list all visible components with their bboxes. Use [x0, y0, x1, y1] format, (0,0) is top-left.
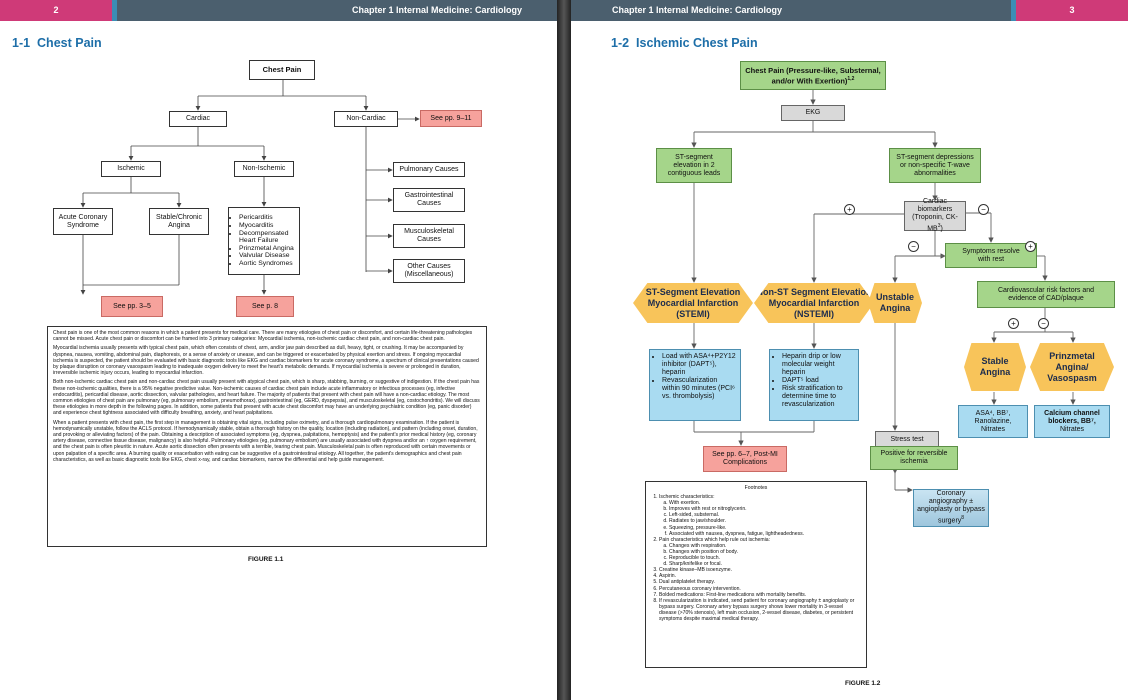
- node-see-pp-6-7: See pp. 6–7, Post-MI Complications: [703, 446, 787, 472]
- node-musculoskeletal-causes: Musculoskeletal Causes: [393, 224, 465, 248]
- node-stable-angina: Stable Angina: [964, 343, 1026, 391]
- node-prinzmetal-angina: Prinzmetal Angina/ Vasospasm: [1030, 343, 1114, 391]
- plus-icon: +: [1025, 241, 1036, 252]
- footnotes-title: Footnotes: [744, 485, 768, 491]
- node-st-elevation: ST-segment elevation in 2 contiguous lea…: [656, 148, 732, 183]
- non-ischemic-item: Valvular Disease: [239, 252, 299, 260]
- non-ischemic-item: Pericarditis: [239, 214, 299, 222]
- cardiac-biomarkers-text: Cardiac biomarkers (Troponin, CK-MB3): [912, 198, 958, 233]
- treatment-item: Heparin drip or low molecular weight hep…: [782, 353, 854, 377]
- prinzmetal-treatment-rest: Nitrates: [1059, 425, 1085, 433]
- book-gutter: [557, 0, 571, 700]
- node-st-depression: ST-segment depressions or non-specific T…: [889, 148, 981, 183]
- treatment-item: Revascularization within 90 minutes (PCI…: [662, 377, 736, 401]
- description-paragraph: Both non-ischemic cardiac chest pain and…: [53, 379, 480, 417]
- footnotes-list: Ischemic characteristics: With exertion.…: [651, 494, 861, 622]
- treatment-item: Risk stratification to determine time to…: [782, 385, 854, 409]
- node-coronary-angiography: Coronary angiography ± angioplasty or by…: [913, 489, 989, 527]
- left-page: 2 Chapter 1 Internal Medicine: Cardiolog…: [0, 0, 557, 700]
- node-nstemi: Non-ST Segment Elevation Myocardial Infa…: [754, 283, 874, 323]
- node-acute-coronary-syndrome: Acute Coronary Syndrome: [53, 208, 113, 235]
- plus-icon: +: [1008, 318, 1019, 329]
- footnote-item: If revascularization is indicated, send …: [659, 598, 861, 622]
- node-see-p-8: See p. 8: [236, 296, 294, 317]
- node-ekg: EKG: [781, 105, 845, 121]
- node-cv-risk-factors: Cardiovascular risk factors and evidence…: [977, 281, 1115, 308]
- node-stable-treatment: ASA⁴, BB⁷, Ranolazine, Nitrates: [958, 405, 1028, 438]
- node-non-ischemic-list: Pericarditis Myocarditis Decompensated H…: [228, 207, 300, 275]
- description-paragraph: Myocardial ischemia usually presents wit…: [53, 345, 479, 377]
- right-page: Chapter 1 Internal Medicine: Cardiology …: [571, 0, 1128, 700]
- description-paragraph: When a patient presents with chest pain,…: [53, 419, 478, 463]
- footnote-item: Ischemic characteristics: With exertion.…: [659, 494, 861, 537]
- treatment-item: DAPT⁵ load: [782, 377, 854, 385]
- figure-label-1-1: FIGURE 1.1: [248, 556, 284, 563]
- node-non-cardiac: Non-Cardiac: [334, 111, 398, 127]
- node-unstable-angina: Unstable Angina: [868, 283, 922, 323]
- node-cardiac: Cardiac: [169, 111, 227, 127]
- node-positive-reversible-ischemia: Positive for reversible ischemia: [870, 446, 958, 470]
- coronary-angiography-text: Coronary angiography ± angioplasty or by…: [917, 490, 985, 525]
- description-paragraph: Chest pain is one of the most common rea…: [53, 330, 473, 343]
- node-stable-chronic-angina: Stable/Chronic Angina: [149, 208, 209, 235]
- node-prinzmetal-treatment: Calcium channel blockers, BB⁷, Nitrates: [1034, 405, 1110, 438]
- node-symptoms-resolve: Symptoms resolve with rest: [945, 243, 1037, 268]
- figure-label-1-2: FIGURE 1.2: [845, 680, 881, 687]
- node-chest-pain-ischemic: Chest Pain (Pressure-like, Substernal, a…: [740, 61, 886, 90]
- footnotes-box: Footnotes Ischemic characteristics: With…: [645, 481, 867, 668]
- minus-icon: −: [1038, 318, 1049, 329]
- non-ischemic-item: Myocarditis: [239, 222, 299, 230]
- node-chest-pain: Chest Pain: [249, 60, 315, 80]
- node-non-ischemic: Non-Ischemic: [234, 161, 294, 177]
- treatment-item: Load with ASA⁴+P2Y12 inhibitor (DAPT⁵), …: [662, 353, 736, 377]
- node-nstemi-treatment: Heparin drip or low molecular weight hep…: [769, 349, 859, 421]
- non-ischemic-item: Aortic Syndromes: [239, 260, 299, 268]
- node-see-pp-9-11: See pp. 9–11: [420, 110, 482, 127]
- minus-icon: −: [908, 241, 919, 252]
- chest-pain-description: Chest pain is one of the most common rea…: [47, 326, 487, 547]
- node-other-causes: Other Causes (Miscellaneous): [393, 259, 465, 283]
- node-see-pp-3-5: See pp. 3–5: [101, 296, 163, 317]
- prinzmetal-treatment-bold: Calcium channel blockers, BB⁷,: [1044, 409, 1100, 425]
- node-stemi: ST-Segment Elevation Myocardial Infarcti…: [633, 283, 753, 323]
- node-ischemic: Ischemic: [101, 161, 161, 177]
- node-stemi-treatment: Load with ASA⁴+P2Y12 inhibitor (DAPT⁵), …: [649, 349, 741, 421]
- node-pulmonary-causes: Pulmonary Causes: [393, 162, 465, 177]
- node-chest-pain-text: Chest Pain (Pressure-like, Substernal, a…: [745, 65, 881, 86]
- node-cardiac-biomarkers: Cardiac biomarkers (Troponin, CK-MB3): [904, 198, 966, 233]
- plus-icon: +: [844, 204, 855, 215]
- non-ischemic-item: Decompensated Heart Failure: [239, 230, 299, 245]
- non-ischemic-item: Prinzmetal Angina: [239, 245, 299, 253]
- node-gastrointestinal-causes: Gastrointestinal Causes: [393, 188, 465, 212]
- footnote-item: Pain characteristics which help rule out…: [659, 537, 861, 567]
- minus-icon: −: [978, 204, 989, 215]
